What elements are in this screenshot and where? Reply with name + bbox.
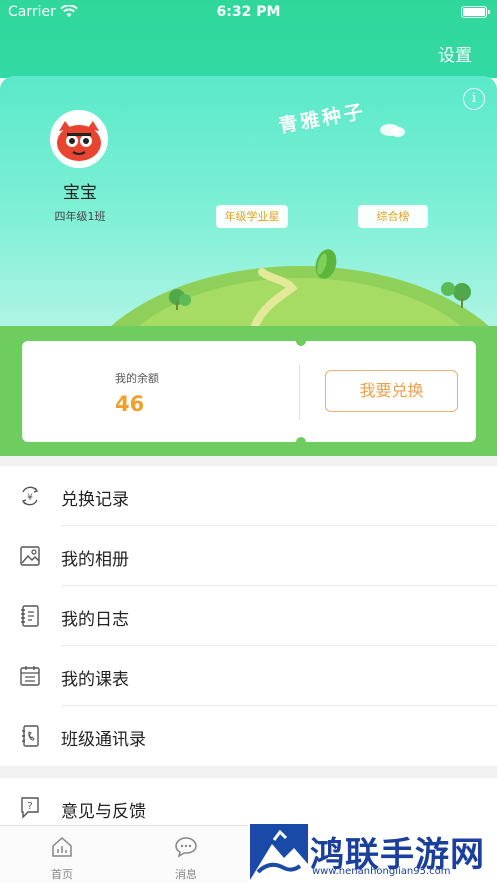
card-notch-top — [296, 336, 306, 346]
menu-item-label: 兑换记录 — [61, 490, 129, 510]
menu-item-label: 我的相册 — [61, 550, 129, 570]
avatar-cartoon-icon — [53, 113, 105, 165]
tag-grade-star[interactable]: 年级学业星 — [216, 205, 288, 228]
message-icon — [174, 835, 198, 859]
watermark-url: www.henanhonglian95.com — [312, 866, 451, 877]
menu-list: ¥ 兑换记录 我的相册 我的日志 我的课表 班级通讯录 — [0, 466, 497, 766]
tag-overall-rank[interactable]: 综合榜 — [358, 205, 428, 228]
watermark: 鸿联手游网 www.henanhonglian95.com — [248, 822, 497, 883]
settings-button[interactable]: 设置 — [438, 41, 472, 66]
watermark-logo — [250, 824, 308, 880]
tab-message-label: 消息 — [175, 868, 197, 881]
status-time: 6:32 PM — [216, 4, 281, 20]
card-notch-bottom — [296, 437, 306, 447]
feedback-icon: ? — [19, 796, 41, 820]
album-icon — [19, 544, 41, 568]
journal-icon — [19, 604, 41, 628]
exchange-record-icon: ¥ — [19, 484, 41, 508]
menu-item-label: 意见与反馈 — [61, 802, 146, 822]
menu-item-journal[interactable]: 我的日志 — [0, 586, 497, 646]
address-book-icon — [19, 724, 41, 748]
svg-text:?: ? — [27, 801, 32, 812]
tab-home[interactable]: 首页 — [0, 826, 124, 883]
menu-item-label: 我的课表 — [61, 670, 129, 690]
profile-banner: 青雅种子 i 宝宝 四年级1班 年级学业星 综合榜 — [0, 76, 497, 326]
balance-label: 我的余额 — [115, 372, 159, 385]
balance-section: 我的余额 46 我要兑换 — [0, 326, 497, 456]
menu-item-label: 我的日志 — [61, 610, 129, 630]
svg-text:¥: ¥ — [27, 493, 33, 503]
avatar[interactable] — [50, 110, 108, 168]
menu-item-schedule[interactable]: 我的课表 — [0, 646, 497, 706]
student-name: 宝宝 — [63, 183, 97, 203]
menu-item-address-book[interactable]: 班级通讯录 — [0, 706, 497, 766]
info-icon[interactable]: i — [463, 88, 485, 110]
balance-value: 46 — [115, 392, 145, 416]
exchange-button[interactable]: 我要兑换 — [325, 370, 458, 412]
menu-item-album[interactable]: 我的相册 — [0, 526, 497, 586]
home-icon — [50, 835, 74, 859]
status-bar: Carrier 6:32 PM — [0, 4, 497, 22]
tab-home-label: 首页 — [51, 868, 73, 881]
menu-list-secondary: ? 意见与反馈 — [0, 778, 497, 828]
menu-item-exchange-record[interactable]: ¥ 兑换记录 — [0, 466, 497, 526]
battery-icon — [461, 6, 490, 18]
balance-divider — [299, 365, 300, 420]
menu-item-label: 班级通讯录 — [61, 730, 146, 750]
balance-card: 我的余额 46 我要兑换 — [22, 336, 476, 447]
calendar-icon — [19, 664, 41, 688]
header-bar: Carrier 6:32 PM 设置 — [0, 0, 497, 78]
student-class: 四年级1班 — [54, 210, 106, 223]
tab-message[interactable]: 消息 — [124, 826, 248, 883]
